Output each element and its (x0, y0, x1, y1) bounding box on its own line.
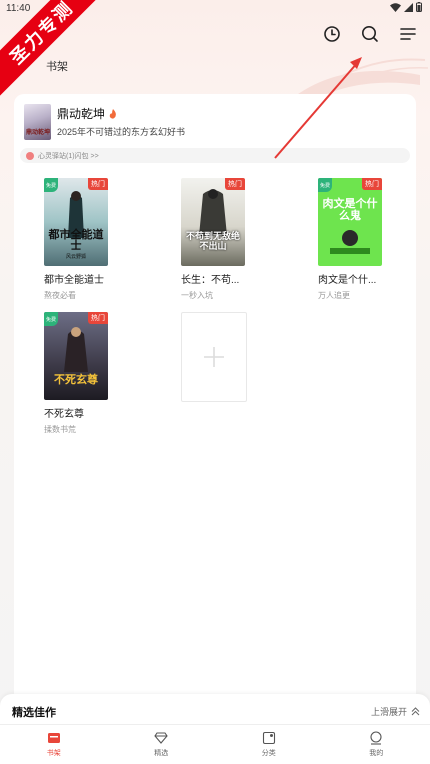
expand-handle[interactable]: 上滑展开 (371, 705, 420, 718)
book-item[interactable]: 免费 热门 不死玄尊 不死玄尊 揉数书荒 (44, 312, 124, 435)
tab-featured[interactable]: 精选 (108, 725, 216, 764)
free-badge: 免费 (318, 178, 332, 192)
book-item[interactable]: 热门 不苟到无敌绝不出山 长生：不苟... 一秒入坑 (181, 178, 261, 301)
book-title: 不死玄尊 (44, 409, 84, 420)
hot-badge: 热门 (88, 178, 108, 190)
category-icon (262, 731, 275, 745)
search-icon[interactable] (360, 24, 380, 44)
featured-cover-brand: 鼎动乾坤 (26, 130, 51, 136)
featured-subtitle: 2025年不可错过的东方玄幻好书 (57, 127, 186, 137)
book-cover: 热门 不苟到无敌绝不出山 (181, 178, 245, 266)
hot-badge: 热门 (88, 312, 108, 324)
page-title: 书架 (46, 61, 68, 73)
book-cover: 免费 热门 都市全能道士 风云野狐 (44, 178, 108, 266)
bottom-panel: 精选佳作 上滑展开 书架 精选 分类 我的 (0, 694, 430, 764)
wifi-icon (390, 2, 401, 12)
menu-icon[interactable] (398, 24, 418, 44)
book-tag: 熬夜必看 (44, 291, 76, 300)
history-clock-icon[interactable] (322, 24, 342, 44)
status-time: 11:40 (6, 3, 31, 14)
book-tag: 万人追更 (318, 291, 350, 300)
book-cover-art (181, 178, 245, 266)
plus-icon (204, 347, 224, 367)
book-cover-title: 肉文是个什么鬼 (322, 197, 378, 222)
profile-icon (370, 731, 382, 745)
top-actions (322, 24, 418, 44)
book-cover: 免费 热门 肉文是个什么鬼 (318, 178, 382, 266)
hot-badge: 热门 (362, 178, 382, 190)
expand-label: 上滑展开 (370, 707, 407, 717)
book-cover-title: 不死玄尊 (54, 373, 98, 387)
book-tag: 一秒入坑 (181, 291, 213, 300)
featured-cover: 鼎动乾坤 (24, 104, 51, 140)
fire-icon (109, 108, 116, 119)
double-chevron-up-icon (411, 707, 420, 716)
tab-label: 分类 (261, 750, 276, 757)
notice-icon (26, 151, 34, 160)
featured-book[interactable]: 鼎动乾坤 鼎动乾坤 2025年不可错过的东方玄幻好书 (24, 104, 404, 144)
book-cover-title: 都市全能道士 (48, 227, 104, 253)
tab-bookshelf[interactable]: 书架 (0, 725, 108, 764)
signal-icon (404, 2, 413, 12)
book-item[interactable]: 免费 热门 肉文是个什么鬼 肉文是个什... 万人追更 (318, 178, 398, 301)
notice-bar[interactable]: 心灵驿站(1)闪包 >> (20, 148, 410, 163)
book-cover-title: 不苟到无敌绝不出山 (185, 232, 240, 252)
tab-label: 书架 (46, 750, 61, 757)
tab-bar: 书架 精选 分类 我的 (0, 725, 430, 764)
book-title: 肉文是个什... (318, 275, 377, 286)
featured-title-row: 鼎动乾坤 (57, 105, 117, 122)
tab-label: 我的 (369, 750, 384, 757)
battery-icon (416, 2, 422, 12)
tab-profile[interactable]: 我的 (323, 725, 430, 764)
book-title: 都市全能道士 (44, 275, 104, 286)
add-book-button[interactable] (181, 312, 247, 402)
bookshelf-card: 鼎动乾坤 鼎动乾坤 2025年不可错过的东方玄幻好书 心灵驿站(1)闪包 >> … (14, 94, 416, 714)
tab-label: 精选 (154, 750, 169, 757)
bookshelf-icon (47, 733, 60, 743)
free-badge: 免费 (44, 312, 58, 326)
book-item[interactable]: 免费 热门 都市全能道士 风云野狐 都市全能道士 熬夜必看 (44, 178, 124, 301)
panel-title: 精选佳作 (12, 707, 56, 719)
book-cover: 免费 热门 不死玄尊 (44, 312, 108, 400)
book-title: 长生：不苟... (181, 275, 240, 286)
book-cover-author: 风云野狐 (65, 254, 86, 260)
diamond-icon (154, 732, 168, 744)
free-badge: 免费 (44, 178, 58, 192)
tab-category[interactable]: 分类 (215, 725, 323, 764)
notice-text: 心灵驿站(1)闪包 >> (38, 152, 99, 160)
featured-title: 鼎动乾坤 (57, 107, 106, 121)
status-icons (390, 2, 422, 12)
hot-badge: 热门 (225, 178, 245, 190)
book-tag: 揉数书荒 (44, 425, 76, 434)
